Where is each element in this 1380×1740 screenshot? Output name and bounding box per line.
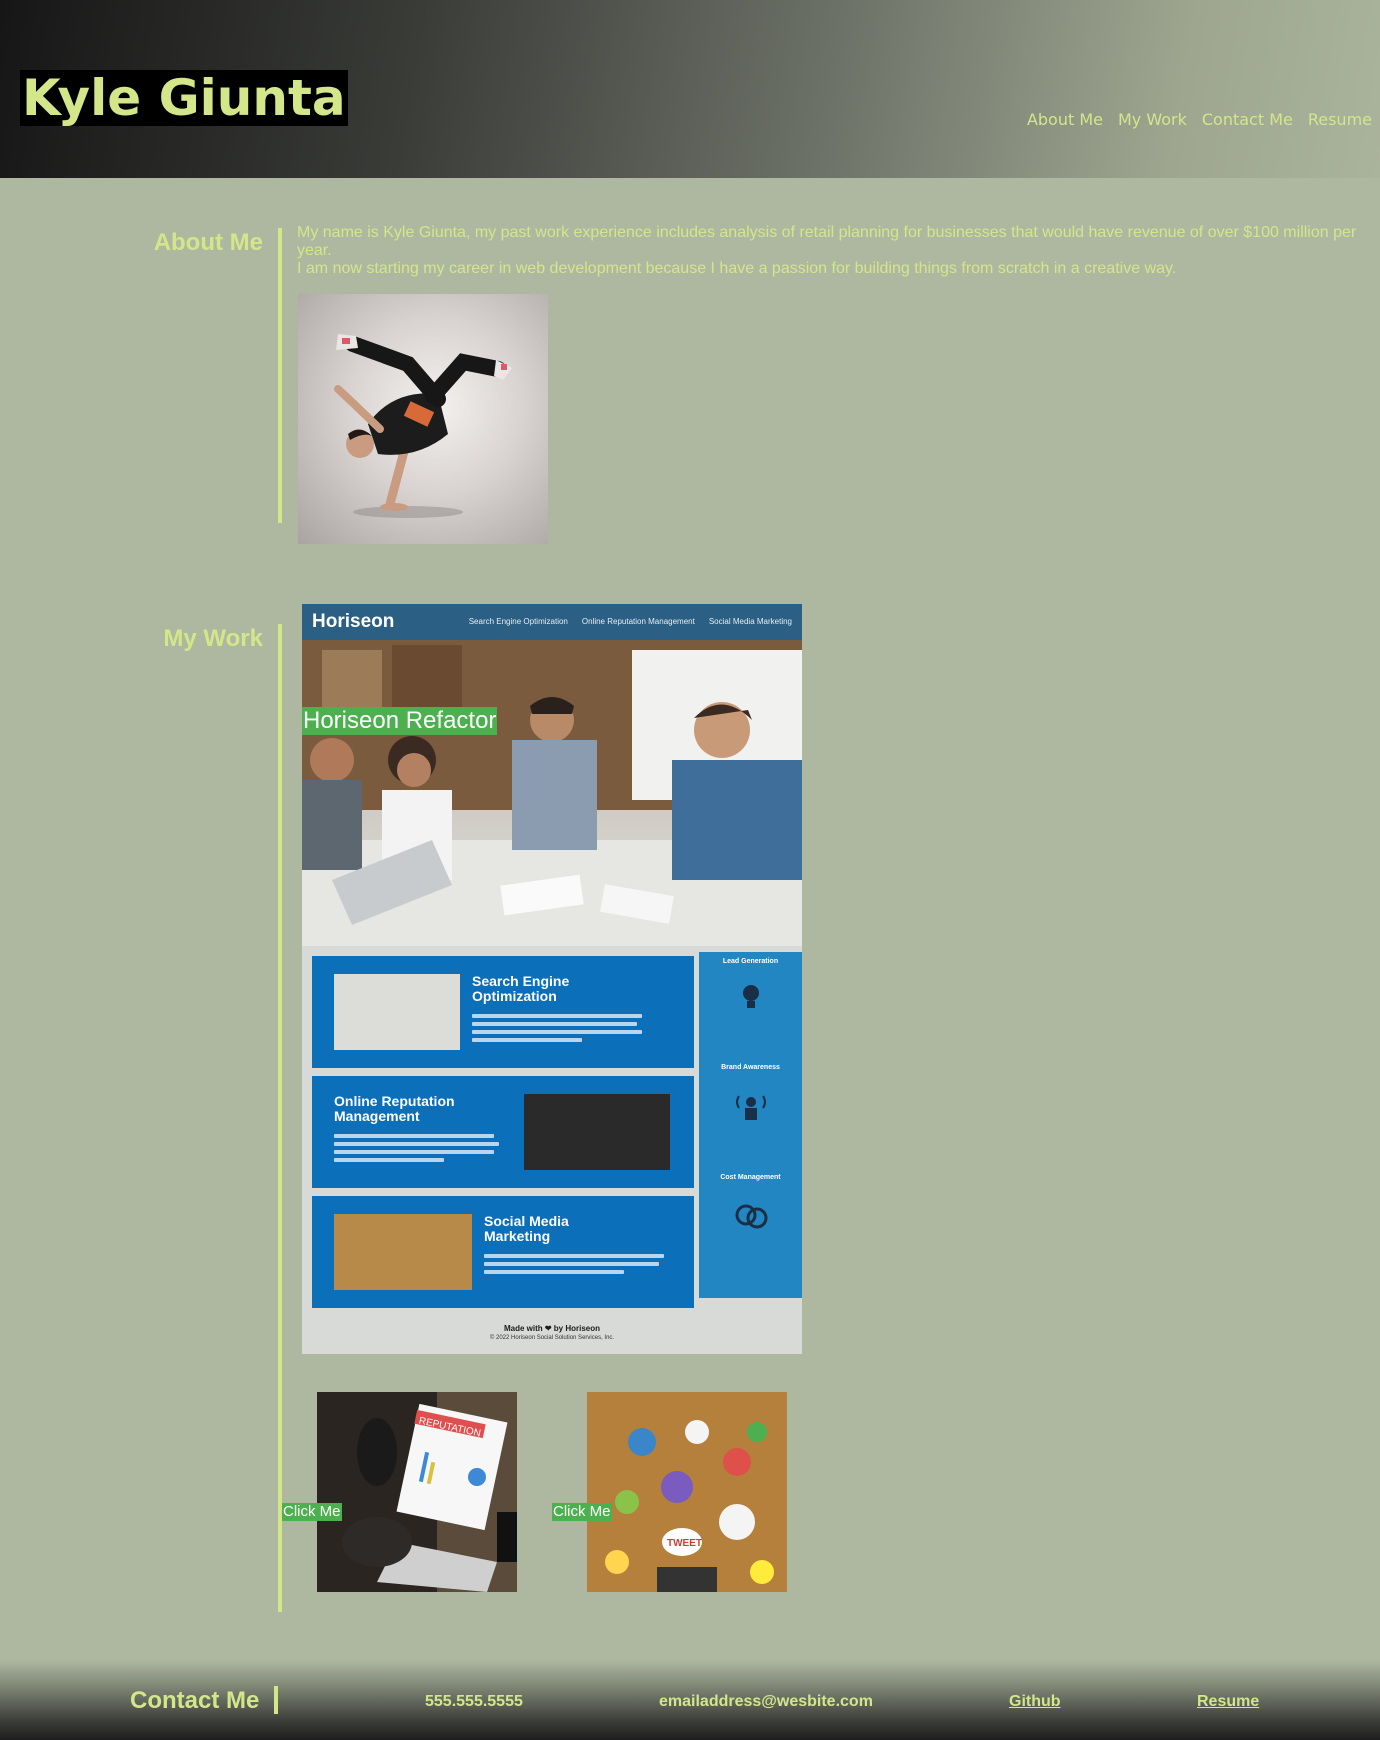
about-text: My name is Kyle Giunta, my past work exp…: [297, 224, 1372, 278]
orm-card-text-line: [334, 1158, 444, 1162]
horiseon-logo: Horiseon: [312, 611, 395, 632]
horiseon-card-smm: Social Media Marketing: [312, 1196, 694, 1308]
contact-phone: 555.555.5555: [425, 1693, 523, 1710]
smm-card-title: Social Media Marketing: [484, 1213, 569, 1244]
smm-card-text-line: [484, 1254, 664, 1258]
social-media-illustration: TWEET: [587, 1392, 787, 1592]
horiseon-card-seo: Search Engine Optimization: [312, 956, 694, 1068]
sidebar-lead-generation: Lead Generation: [722, 958, 779, 965]
about-photo: [298, 294, 548, 544]
smm-card-text-line: [484, 1270, 624, 1274]
seo-card-text-line: [472, 1014, 642, 1018]
contact-heading: Contact Me: [130, 1687, 260, 1714]
seo-card-title: Search Engine Optimization: [472, 973, 570, 1004]
laptop-reputation-illustration: REPUTATION: [317, 1392, 517, 1592]
sidebar-cost-management: Cost Management: [720, 1174, 781, 1181]
contact-divider: [274, 1686, 278, 1714]
lightbulb-icon: [743, 985, 759, 1008]
horiseon-nav-seo: Search Engine Optimization: [468, 617, 568, 626]
site-title: Kyle Giunta: [20, 69, 348, 127]
nav-my-work[interactable]: My Work: [1118, 110, 1187, 129]
horiseon-navbar: Horiseon Search Engine Optimization Onli…: [302, 604, 802, 640]
seo-image: [334, 974, 460, 1050]
orm-card-text-line: [334, 1142, 499, 1146]
orm-card-title: Online Reputation Management: [334, 1093, 455, 1124]
broadcast-icon: [736, 1095, 766, 1120]
about-paragraph-1: My name is Kyle Giunta, my past work exp…: [297, 224, 1357, 259]
horiseon-card-orm: Online Reputation Management: [312, 1076, 694, 1188]
click-me-button-1[interactable]: Click Me: [282, 1503, 342, 1521]
tweet-text: TWEET: [667, 1538, 702, 1549]
reputation-thumbnail[interactable]: REPUTATION: [317, 1392, 517, 1592]
smm-card-text-line: [484, 1262, 659, 1266]
about-heading: About Me: [153, 229, 263, 256]
contact-email: emailaddress@wesbite.com: [659, 1693, 873, 1710]
horiseon-refactor-label[interactable]: Horiseon Refactor: [302, 707, 498, 735]
sidebar-brand-awareness: Brand Awareness: [721, 1064, 780, 1071]
seo-card-text-line: [472, 1038, 582, 1042]
nav-contact-me[interactable]: Contact Me: [1202, 110, 1293, 129]
horiseon-hero-image: [302, 640, 802, 946]
team-meeting-illustration: [302, 640, 802, 946]
horiseon-nav-smm: Social Media Marketing: [708, 617, 792, 626]
about-divider: [278, 228, 282, 523]
smm-image: [334, 1214, 472, 1290]
resume-link[interactable]: Resume: [1197, 1693, 1259, 1711]
orm-card-text-line: [334, 1134, 494, 1138]
about-paragraph-2: I am now starting my career in web devel…: [297, 260, 1177, 277]
nav-resume[interactable]: Resume: [1308, 110, 1372, 129]
horiseon-nav-orm: Online Reputation Management: [581, 617, 695, 626]
click-me-button-2[interactable]: Click Me: [552, 1503, 612, 1521]
main-nav: About Me My Work Contact Me Resume: [1027, 110, 1372, 129]
horiseon-copyright: © 2022 Horiseon Social Solution Services…: [489, 1335, 615, 1341]
github-link[interactable]: Github: [1009, 1693, 1061, 1711]
orm-image: [524, 1094, 670, 1170]
work-heading: My Work: [163, 625, 263, 652]
orm-card-text-line: [334, 1150, 494, 1154]
work-divider: [278, 624, 282, 1612]
horiseon-sidebar: Lead Generation Brand Awareness Cost Man…: [699, 952, 802, 1298]
seo-card-text-line: [472, 1030, 642, 1034]
horiseon-footer-text: Made with ❤ by Horiseon: [503, 1324, 601, 1333]
nav-about-me[interactable]: About Me: [1027, 110, 1103, 129]
social-media-thumbnail[interactable]: TWEET: [587, 1392, 787, 1592]
coins-icon: [735, 1204, 768, 1229]
breakdancer-illustration: [334, 334, 512, 518]
site-footer: Contact Me 555.555.5555 emailaddress@wes…: [0, 1660, 1380, 1740]
seo-card-text-line: [472, 1022, 637, 1026]
horiseon-nav-links: Search Engine Optimization Online Reputa…: [469, 617, 792, 626]
site-header: Kyle Giunta About Me My Work Contact Me …: [0, 0, 1380, 178]
